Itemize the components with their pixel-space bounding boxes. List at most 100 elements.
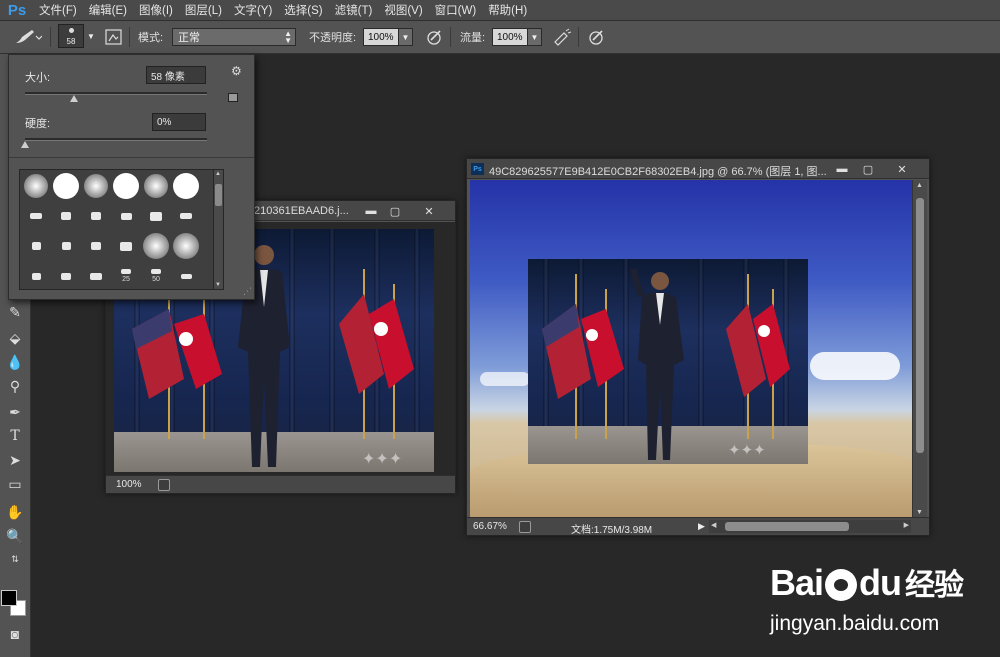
brush-preset-tip[interactable] xyxy=(21,201,51,231)
maximize-button[interactable]: ▢ xyxy=(382,203,408,219)
brush-preset-tip[interactable] xyxy=(81,231,111,261)
pressure-opacity-button[interactable] xyxy=(424,26,444,48)
close-button[interactable]: ✕ xyxy=(416,203,442,219)
scroll-right-icon[interactable]: ▶ xyxy=(904,521,909,529)
brush-preset-soft-round[interactable] xyxy=(81,171,111,201)
brush-preset-hard-round[interactable] xyxy=(51,171,81,201)
brush-preset-tip[interactable] xyxy=(81,201,111,231)
zoom-tool-icon[interactable]: 🔍 xyxy=(4,526,26,546)
divider xyxy=(9,157,254,158)
brush-preset-soft-round[interactable] xyxy=(141,231,171,261)
brush-preset-tip[interactable] xyxy=(81,261,111,291)
pen-tool-icon[interactable]: ✒ xyxy=(4,402,26,422)
size-slider-thumb[interactable] xyxy=(70,95,79,102)
brush-preset-soft-round[interactable] xyxy=(141,171,171,201)
brush-preset-tip[interactable] xyxy=(51,201,81,231)
scroll-thumb[interactable] xyxy=(725,522,849,531)
brush-size-readout: 58 xyxy=(66,37,76,46)
brush-preset-tip[interactable] xyxy=(171,261,201,291)
menu-file[interactable]: 文件(F) xyxy=(34,2,82,18)
close-button[interactable]: ✕ xyxy=(889,161,915,177)
blend-mode-select[interactable]: 正常 ▲ ▼ xyxy=(172,28,296,46)
menu-image[interactable]: 图像(I) xyxy=(134,2,178,18)
scroll-thumb[interactable] xyxy=(916,198,924,453)
brush-preset-tip[interactable] xyxy=(111,231,141,261)
quick-mask-icon[interactable]: ◙ xyxy=(4,624,26,644)
swap-colors-icon[interactable]: ⇅ xyxy=(4,549,26,569)
brush-preset-soft-round[interactable] xyxy=(171,231,201,261)
zoom-level[interactable]: 100% xyxy=(116,479,142,490)
brush-preset-tip[interactable] xyxy=(21,231,51,261)
opacity-input[interactable]: 100% xyxy=(363,28,399,46)
document-titlebar[interactable]: Ps 49C829625577E9B412E0CB2F68302EB4.jpg … xyxy=(467,159,929,179)
eraser-tool-icon[interactable]: ✎ xyxy=(4,302,26,322)
vertical-scrollbar[interactable]: ▲ ▼ xyxy=(912,180,927,518)
brush-size-picker[interactable]: 58 ▼ xyxy=(58,24,95,48)
separator xyxy=(50,27,51,47)
menu-view[interactable]: 视图(V) xyxy=(379,2,427,18)
opacity-label: 不透明度: xyxy=(309,32,357,44)
scroll-down-icon[interactable]: ▼ xyxy=(215,282,221,288)
brush-tool-icon xyxy=(16,30,42,43)
brush-tool-preset-picker[interactable] xyxy=(12,26,42,48)
status-menu-arrow-icon[interactable]: ▶ xyxy=(698,521,705,532)
brush-preset-tip[interactable] xyxy=(51,261,81,291)
horizontal-scrollbar[interactable]: ◀ ▶ xyxy=(709,520,911,533)
scroll-up-icon[interactable]: ▲ xyxy=(916,182,923,189)
brush-preset-tip-50[interactable]: 50 xyxy=(141,261,171,291)
brush-preset-tip[interactable] xyxy=(51,231,81,261)
pressure-size-button[interactable] xyxy=(586,26,606,48)
status-info-icon[interactable] xyxy=(158,479,170,491)
zoom-level[interactable]: 66.67% xyxy=(473,521,507,532)
size-input[interactable]: 58 像素 xyxy=(146,66,206,84)
flow-input[interactable]: 100% xyxy=(492,28,528,46)
menu-select[interactable]: 选择(S) xyxy=(279,2,327,18)
hardness-slider-track[interactable] xyxy=(25,138,207,141)
brush-preset-tip[interactable] xyxy=(111,201,141,231)
document-canvas[interactable]: ✦✦✦ xyxy=(470,180,912,518)
menu-help[interactable]: 帮助(H) xyxy=(483,2,532,18)
brush-preset-tip[interactable] xyxy=(141,201,171,231)
menu-window[interactable]: 窗口(W) xyxy=(430,2,482,18)
new-preset-icon[interactable] xyxy=(228,93,238,102)
minimize-button[interactable]: ▬ xyxy=(829,161,855,177)
rectangle-tool-icon[interactable]: ▭ xyxy=(4,474,26,494)
blur-tool-icon[interactable]: 💧 xyxy=(4,352,26,372)
airbrush-button[interactable] xyxy=(552,26,572,48)
dodge-tool-icon[interactable]: ⚲ xyxy=(4,376,26,396)
paint-bucket-tool-icon[interactable]: ⬙ xyxy=(4,328,26,348)
brush-preset-tip[interactable] xyxy=(21,261,51,291)
type-tool-icon[interactable]: T xyxy=(4,426,26,446)
scroll-up-icon[interactable]: ▲ xyxy=(215,171,221,177)
path-selection-tool-icon[interactable]: ➤ xyxy=(4,450,26,470)
menu-layer[interactable]: 图层(L) xyxy=(180,2,227,18)
hand-tool-icon[interactable]: ✋ xyxy=(4,502,26,522)
pen-pressure-size-icon xyxy=(589,30,603,45)
brush-panel-toggle[interactable] xyxy=(104,26,124,48)
resize-grip-icon[interactable]: ⋰ xyxy=(243,286,252,297)
scroll-thumb[interactable] xyxy=(215,184,222,206)
opacity-dropdown-button[interactable]: ▼ xyxy=(399,28,413,46)
brush-preset-hard-round[interactable] xyxy=(111,171,141,201)
brush-preset-soft-round[interactable] xyxy=(21,171,51,201)
hardness-input[interactable]: 0% xyxy=(152,113,206,131)
pen-pressure-icon xyxy=(427,30,441,45)
brush-preset-tip-25[interactable]: 25 xyxy=(111,261,141,291)
brush-preset-tip[interactable] xyxy=(171,201,201,231)
menu-edit[interactable]: 编辑(E) xyxy=(84,2,132,18)
menu-filter[interactable]: 滤镜(T) xyxy=(330,2,378,18)
hardness-slider-thumb[interactable] xyxy=(21,141,29,148)
status-info-icon[interactable] xyxy=(519,521,531,533)
flow-dropdown-button[interactable]: ▼ xyxy=(528,28,542,46)
maximize-button[interactable]: ▢ xyxy=(855,161,881,177)
minimize-button[interactable]: ▬ xyxy=(358,203,384,219)
scroll-left-icon[interactable]: ◀ xyxy=(711,521,716,529)
brush-grid-scrollbar[interactable]: ▲ ▼ xyxy=(214,169,224,290)
menu-type[interactable]: 文字(Y) xyxy=(229,2,277,18)
brush-preset-hard-round[interactable] xyxy=(171,171,201,201)
gear-icon[interactable]: ⚙ xyxy=(231,64,242,78)
pasted-photo-layer: ✦✦✦ xyxy=(528,259,808,464)
scroll-down-icon[interactable]: ▼ xyxy=(916,509,923,516)
foreground-color-swatch[interactable] xyxy=(1,590,17,606)
size-slider-track[interactable] xyxy=(25,92,207,95)
